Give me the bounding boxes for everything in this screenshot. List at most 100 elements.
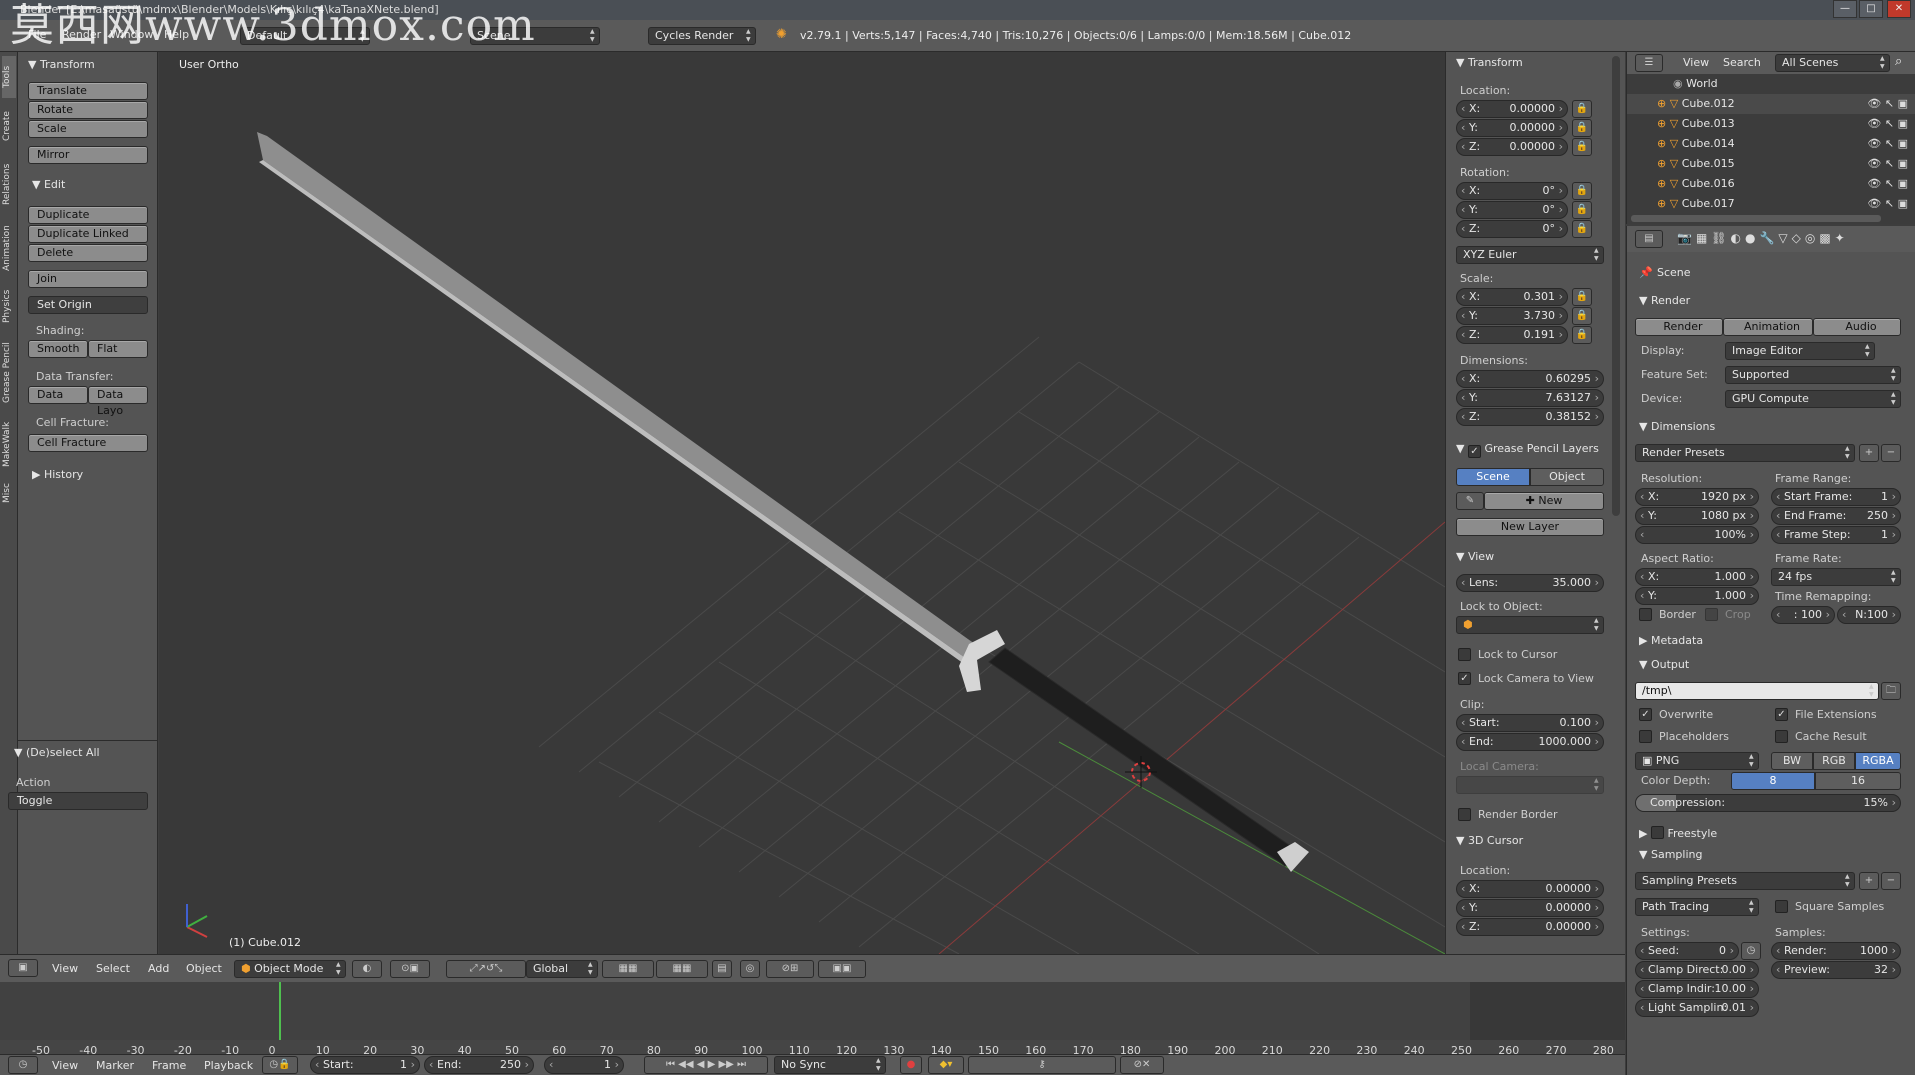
resolution-y-field[interactable]: Y: 1080 px <box>1635 507 1759 525</box>
rgb-toggle[interactable]: RGB <box>1813 752 1855 770</box>
grease-pencil-header[interactable]: ▼ ✓ Grease Pencil Layers <box>1456 442 1599 458</box>
overwrite-checkbox[interactable]: ✓ <box>1639 708 1652 721</box>
lock-icon[interactable]: 🔒 <box>1572 100 1592 118</box>
end-frame-field[interactable]: End Frame: 250 <box>1771 507 1901 525</box>
cell-fracture-button[interactable]: Cell Fracture <box>28 434 148 452</box>
layer-lock-icon[interactable]: ▤ <box>712 960 732 978</box>
outliner-display-select[interactable]: All Scenes <box>1775 54 1890 72</box>
render-panel-header[interactable]: ▼ Render <box>1639 294 1690 307</box>
duplicate-linked-button[interactable]: Duplicate Linked <box>28 225 148 243</box>
rotation-mode-select[interactable]: XYZ Euler <box>1456 246 1604 264</box>
visibility-icon[interactable]: 👁 ↖ ▣ <box>1867 94 1908 114</box>
output-path-input[interactable]: /tmp\ <box>1635 682 1879 700</box>
outliner-item-cube-016[interactable]: ⊕ ▽ Cube.016 👁 ↖ ▣ <box>1627 174 1915 194</box>
timeline[interactable]: -50 -40 -30 -20 -10 0 10 20 30 40 50 60 70 80 90 100 110… <box>0 982 1625 1057</box>
feature-set-select[interactable]: Supported <box>1725 366 1901 384</box>
menu-view[interactable]: View <box>52 962 78 975</box>
gp-new-layer-button[interactable]: New Layer <box>1456 518 1604 536</box>
render-presets-select[interactable]: Render Presets <box>1635 444 1855 462</box>
placeholders-checkbox[interactable] <box>1639 730 1652 743</box>
add-preset-icon[interactable]: + <box>1859 872 1879 890</box>
editor-type-icon[interactable]: ◷ <box>8 1056 38 1074</box>
render-samples-field[interactable]: Render: 1000 <box>1771 942 1901 960</box>
rotation-y-field[interactable]: Y: 0° <box>1456 201 1568 219</box>
menu-view[interactable]: View <box>52 1059 78 1072</box>
location-z-field[interactable]: Z: 0.00000 <box>1456 138 1568 156</box>
transform-orientation-select[interactable]: Global <box>526 960 598 978</box>
dimensions-x-field[interactable]: X: 0.60295 <box>1456 370 1604 388</box>
aspect-x-field[interactable]: X: 1.000 <box>1635 568 1759 586</box>
minimize-button[interactable]: — <box>1833 0 1857 18</box>
rotation-x-field[interactable]: X: 0° <box>1456 182 1568 200</box>
output-panel-header[interactable]: ▼ Output <box>1639 658 1689 671</box>
scale-button[interactable]: Scale <box>28 120 148 138</box>
3d-cursor-header[interactable]: ▼ 3D Cursor <box>1456 834 1523 847</box>
npanel-transform-header[interactable]: ▼ Transform <box>1456 56 1523 69</box>
playhead[interactable] <box>279 982 281 1040</box>
menu-select[interactable]: Select <box>96 962 130 975</box>
lock-icon[interactable]: 🔒 <box>1572 119 1592 137</box>
lock-icon[interactable]: 🔒 <box>1572 201 1592 219</box>
clamp-indirect-field[interactable]: Clamp Indir:10.00 <box>1635 980 1759 998</box>
clip-start-field[interactable]: Start: 0.100 <box>1456 714 1604 732</box>
render-button[interactable]: Render <box>1635 318 1723 336</box>
panel-history-header[interactable]: ▶ History <box>32 468 83 481</box>
snap-icon[interactable]: ⊘⊞ <box>766 960 814 978</box>
visibility-icon[interactable]: 👁 ↖ ▣ <box>1867 154 1908 174</box>
folder-icon[interactable]: 🗀 <box>1881 682 1901 700</box>
outliner-item-cube-012[interactable]: ⊕ ▽ Cube.012 👁 ↖ ▣ <box>1627 94 1915 114</box>
depth-8-toggle[interactable]: 8 <box>1731 772 1815 790</box>
end-frame-field[interactable]: End: 250 <box>424 1056 534 1074</box>
pencil-icon[interactable]: ✎ <box>1456 492 1484 510</box>
gp-object-toggle[interactable]: Object <box>1530 468 1604 486</box>
pin-icon[interactable]: 📌 <box>1639 266 1653 279</box>
file-extensions-checkbox[interactable]: ✓ <box>1775 708 1788 721</box>
bw-toggle[interactable]: BW <box>1771 752 1813 770</box>
start-frame-field[interactable]: Start Frame: 1 <box>1771 488 1901 506</box>
outliner-item-cube-017[interactable]: ⊕ ▽ Cube.017 👁 ↖ ▣ <box>1627 194 1915 214</box>
3d-viewport[interactable]: User Ortho (1) Cube.012 <box>159 52 1445 954</box>
rotation-z-field[interactable]: Z: 0° <box>1456 220 1568 238</box>
tab-misc[interactable]: Misc <box>2 476 16 510</box>
dimensions-panel-header[interactable]: ▼ Dimensions <box>1639 420 1715 433</box>
rotate-button[interactable]: Rotate <box>28 101 148 119</box>
menu-playback[interactable]: Playback <box>204 1059 253 1072</box>
operator-panel-header[interactable]: ▼ (De)select All <box>14 746 100 759</box>
frame-step-field[interactable]: Frame Step: 1 <box>1771 526 1901 544</box>
remap-new-field[interactable]: N:100 <box>1837 606 1901 624</box>
outliner-editor-icon[interactable]: ☰ <box>1635 54 1663 72</box>
panel-edit-header[interactable]: ▼ Edit <box>32 178 65 191</box>
delete-button[interactable]: Delete <box>28 244 148 262</box>
keying-set-icon[interactable]: ◆▾ <box>928 1056 964 1074</box>
animation-button[interactable]: Animation <box>1723 318 1813 336</box>
display-select[interactable]: Image Editor <box>1725 342 1875 360</box>
scale-x-field[interactable]: X: 0.301 <box>1456 288 1568 306</box>
aspect-y-field[interactable]: Y: 1.000 <box>1635 587 1759 605</box>
data-button[interactable]: Data <box>28 386 88 404</box>
clock-icon[interactable]: ◷ <box>1741 942 1761 960</box>
clip-end-field[interactable]: End: 1000.000 <box>1456 733 1604 751</box>
visibility-icon[interactable]: 👁 ↖ ▣ <box>1867 134 1908 154</box>
context-tabs-icon[interactable]: 📷▦⛓◐●🔧▽◇◎▩✦ <box>1677 231 1849 245</box>
panel-transform-header[interactable]: ▼ Transform <box>28 58 95 71</box>
lock-icon[interactable]: 🔒 <box>1572 288 1592 306</box>
lock-icon[interactable]: 🔒 <box>1572 138 1592 156</box>
current-frame-field[interactable]: 1 <box>544 1056 624 1074</box>
gp-new-button[interactable]: ✚ New <box>1484 492 1604 510</box>
integrator-select[interactable]: Path Tracing <box>1635 898 1759 916</box>
outliner-item-world[interactable]: ◉ World <box>1627 74 1915 94</box>
freestyle-checkbox[interactable] <box>1650 826 1664 839</box>
proportional-edit-icon[interactable]: ◎ <box>740 960 760 978</box>
view-panel-header[interactable]: ▼ View <box>1456 550 1494 563</box>
lock-to-cursor-checkbox[interactable] <box>1458 648 1471 661</box>
dimensions-y-field[interactable]: Y: 7.63127 <box>1456 389 1604 407</box>
manipulator-icons[interactable]: ⤢↗↺⤡ <box>446 960 526 978</box>
sampling-presets-select[interactable]: Sampling Presets <box>1635 872 1855 890</box>
tab-grease-pencil[interactable]: Grease Pencil <box>2 334 16 412</box>
file-format-select[interactable]: ▣ PNG <box>1635 752 1759 770</box>
render-engine-select[interactable]: Cycles Render <box>648 27 756 45</box>
scale-y-field[interactable]: Y: 3.730 <box>1456 307 1568 325</box>
npanel-scrollbar[interactable] <box>1612 56 1620 516</box>
lock-icon[interactable]: 🔒 <box>1572 326 1592 344</box>
tab-makewalk[interactable]: MakeWalk <box>2 416 16 472</box>
